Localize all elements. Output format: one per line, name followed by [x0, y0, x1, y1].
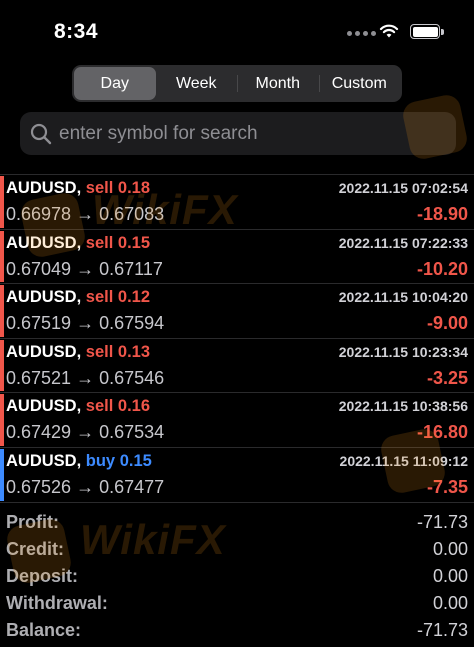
deal-row[interactable]: AUDUSD, sell 0.16 2022.11.15 10:38:56 0.…: [0, 392, 474, 447]
cellular-signal-icon: [347, 31, 376, 36]
deal-direction: sell 0.15: [85, 233, 151, 252]
deal-row[interactable]: AUDUSD, sell 0.15 2022.11.15 07:22:33 0.…: [0, 228, 474, 284]
summary-value: 0.00: [432, 593, 468, 613]
deal-prices: 0.67521 → 0.67546: [6, 367, 165, 388]
deal-prices: 0.67049 → 0.67117: [6, 258, 163, 279]
wifi-icon: [379, 24, 399, 38]
deal-direction: sell 0.16: [85, 397, 151, 416]
deal-symbol: AUDUSD, sell 0.18: [6, 179, 151, 197]
deal-direction: sell 0.13: [85, 342, 151, 361]
battery-cap: [441, 29, 444, 35]
deal-row[interactable]: AUDUSD, buy 0.15 2022.11.15 11:09:12 0.6…: [0, 446, 474, 502]
deal-datetime: 2022.11.15 10:38:56: [338, 398, 468, 415]
summary-value: 0.00: [432, 566, 468, 586]
deal-prices: 0.67526 → 0.67477: [6, 476, 165, 497]
deal-datetime: 2022.11.15 07:02:54: [338, 180, 468, 196]
deal-datetime: 2022.11.15 10:04:20: [338, 289, 468, 306]
deal-datetime: 2022.11.15 07:22:33: [338, 234, 468, 251]
search-bar: [20, 112, 456, 155]
summary-balance: Balance: -71.73: [0, 617, 474, 644]
deal-prices: 0.67429 → 0.67534: [6, 422, 165, 443]
deal-symbol: AUDUSD, sell 0.12: [6, 288, 151, 307]
deal-direction: sell 0.18: [85, 179, 151, 197]
summary-label: Profit:: [6, 512, 59, 532]
tab-day[interactable]: Day: [74, 67, 156, 100]
deal-profit: -18.90: [416, 204, 468, 224]
deal-profit: -16.80: [416, 422, 468, 443]
deal-profit: -3.25: [426, 367, 468, 388]
deal-direction: sell 0.12: [85, 288, 151, 307]
deal-symbol: AUDUSD, sell 0.16: [6, 397, 151, 416]
deal-prices: 0.67519 → 0.67594: [6, 313, 165, 334]
battery-icon: [410, 24, 440, 39]
deal-symbol: AUDUSD, sell 0.13: [6, 342, 151, 361]
summary-value: -71.73: [416, 512, 468, 532]
summary-profit: Profit: -71.73: [0, 509, 474, 536]
deal-row[interactable]: AUDUSD, sell 0.12 2022.11.15 10:04:20 0.…: [0, 283, 474, 338]
search-icon: [30, 123, 52, 144]
deal-row[interactable]: AUDUSD, sell 0.13 2022.11.15 10:23:34 0.…: [0, 337, 474, 393]
period-segmented-control: Day Week Month Custom: [72, 65, 402, 102]
summary-credit: Credit: 0.00: [0, 536, 474, 563]
deal-direction: buy 0.15: [85, 451, 152, 470]
deal-symbol: AUDUSD, buy 0.15: [6, 451, 152, 470]
summary-label: Withdrawal:: [6, 593, 108, 613]
deal-profit: -7.35: [426, 476, 468, 497]
tab-month[interactable]: Month: [237, 67, 319, 100]
summary-label: Balance:: [6, 620, 82, 640]
status-time: 8:34: [54, 20, 99, 43]
search-input[interactable]: [59, 122, 439, 145]
summary-value: 0.00: [432, 539, 468, 559]
status-bar: 8:34: [0, 0, 474, 60]
deal-prices: 0.66978 → 0.67083: [6, 204, 165, 224]
tab-week[interactable]: Week: [156, 67, 238, 100]
tab-custom[interactable]: Custom: [318, 67, 401, 100]
deals-list: AUDUSD, sell 0.18 2022.11.15 07:02:54 0.…: [0, 174, 474, 502]
deal-row[interactable]: AUDUSD, sell 0.18 2022.11.15 07:02:54 0.…: [0, 174, 474, 229]
deal-profit: -9.00: [426, 313, 468, 334]
summary-value: -71.73: [416, 620, 468, 640]
deal-datetime: 2022.11.15 11:09:12: [339, 452, 468, 469]
deal-profit: -10.20: [416, 258, 468, 279]
summary-withdrawal: Withdrawal: 0.00: [0, 590, 474, 617]
deal-symbol: AUDUSD, sell 0.15: [6, 233, 151, 252]
summary-label: Deposit:: [6, 566, 78, 586]
account-summary: Profit: -71.73 Credit: 0.00 Deposit: 0.0…: [0, 502, 474, 644]
deal-datetime: 2022.11.15 10:23:34: [338, 343, 468, 360]
summary-label: Credit:: [6, 539, 64, 559]
summary-deposit: Deposit: 0.00: [0, 563, 474, 590]
